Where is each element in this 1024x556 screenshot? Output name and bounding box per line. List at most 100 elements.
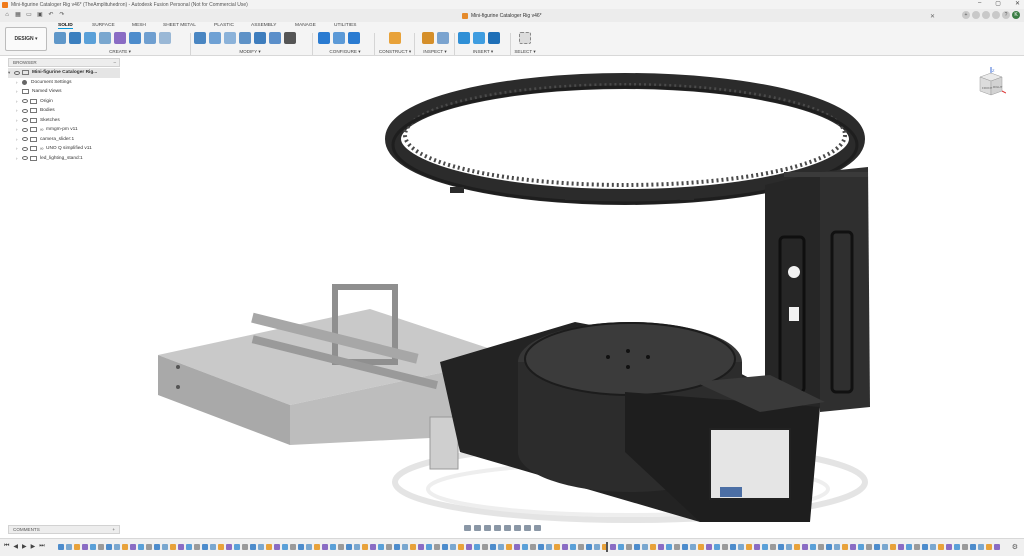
timeline-feature-icon[interactable] (194, 544, 200, 550)
go-to-start-icon[interactable]: ⏮ (4, 543, 9, 550)
timeline-feature-icon[interactable] (122, 544, 128, 550)
timeline-settings-gear-icon[interactable]: ⚙ (1012, 543, 1018, 551)
viewcube-graphic[interactable]: Z FRONT RIGHT (976, 67, 1007, 103)
timeline-feature-icon[interactable] (186, 544, 192, 550)
tab-utilities[interactable]: UTILITIES (334, 23, 356, 28)
tree-item-named-views[interactable]: › Named Views (8, 87, 120, 97)
insert-derive-icon[interactable] (458, 32, 470, 44)
fillet-icon[interactable] (209, 32, 221, 44)
go-to-end-icon[interactable]: ⏭ (39, 543, 44, 550)
timeline-feature-icon[interactable] (106, 544, 112, 550)
timeline-feature-icon[interactable] (74, 544, 80, 550)
timeline-feature-icon[interactable] (818, 544, 824, 550)
timeline-feature-icon[interactable] (610, 544, 616, 550)
tree-item-document-settings[interactable]: › Document Settings (8, 78, 120, 88)
timeline-feature-icon[interactable] (242, 544, 248, 550)
tree-item-component[interactable]: › camera_slider:1 (8, 135, 120, 145)
revolve-icon[interactable] (84, 32, 96, 44)
timeline-feature-icon[interactable] (522, 544, 528, 550)
save-icon[interactable]: ▣ (36, 12, 44, 19)
tree-item-component[interactable]: › ∞ UNO Q simplified v11 (8, 144, 120, 154)
timeline-feature-icon[interactable] (570, 544, 576, 550)
timeline-feature-icon[interactable] (914, 544, 920, 550)
timeline-feature-icon[interactable] (322, 544, 328, 550)
timeline-feature-icon[interactable] (210, 544, 216, 550)
configure-theme-icon[interactable] (348, 32, 360, 44)
timeline-feature-icon[interactable] (802, 544, 808, 550)
timeline-feature-icon[interactable] (682, 544, 688, 550)
timeline-feature-icon[interactable] (114, 544, 120, 550)
timeline-feature-icon[interactable] (730, 544, 736, 550)
timeline-feature-icon[interactable] (274, 544, 280, 550)
timeline-feature-icon[interactable] (594, 544, 600, 550)
timeline-feature-icon[interactable] (978, 544, 984, 550)
timeline-feature-icon[interactable] (154, 544, 160, 550)
timeline-feature-icon[interactable] (82, 544, 88, 550)
timeline-feature-icon[interactable] (450, 544, 456, 550)
press-pull-icon[interactable] (194, 32, 206, 44)
insert-mesh-icon[interactable] (488, 32, 500, 44)
timeline-feature-icon[interactable] (642, 544, 648, 550)
section-analysis-icon[interactable] (436, 32, 449, 44)
timeline-feature-icon[interactable] (298, 544, 304, 550)
timeline-feature-icon[interactable] (394, 544, 400, 550)
create-menu[interactable]: CREATE ▾ (54, 49, 186, 55)
timeline-feature-icon[interactable] (506, 544, 512, 550)
timeline-feature-icon[interactable] (874, 544, 880, 550)
mirror-icon[interactable] (159, 32, 171, 44)
user-avatar[interactable]: K (1012, 11, 1020, 19)
timeline-feature-icon[interactable] (378, 544, 384, 550)
timeline-feature-icon[interactable] (666, 544, 672, 550)
timeline-feature-icon[interactable] (586, 544, 592, 550)
timeline-feature-icon[interactable] (490, 544, 496, 550)
workspace-switcher-button[interactable]: DESIGN ▾ (5, 27, 47, 51)
tab-plastic[interactable]: PLASTIC (214, 23, 234, 28)
visibility-eye-icon[interactable] (22, 118, 28, 123)
timeline-feature-strip[interactable] (58, 542, 1008, 552)
timeline-feature-icon[interactable] (954, 544, 960, 550)
visibility-eye-icon[interactable] (22, 156, 28, 161)
timeline-feature-icon[interactable] (906, 544, 912, 550)
timeline-feature-icon[interactable] (738, 544, 744, 550)
timeline-feature-icon[interactable] (794, 544, 800, 550)
file-menu-icon[interactable]: ▭ (25, 12, 33, 19)
add-comment-icon[interactable]: + (112, 526, 115, 534)
timeline-feature-icon[interactable] (354, 544, 360, 550)
step-forward-icon[interactable]: ▶ (31, 543, 36, 550)
timeline-feature-icon[interactable] (130, 544, 136, 550)
zoom-icon[interactable] (494, 525, 501, 531)
timeline-feature-icon[interactable] (626, 544, 632, 550)
timeline-feature-icon[interactable] (66, 544, 72, 550)
inspect-menu[interactable]: INSPECT ▾ (418, 49, 452, 55)
timeline-feature-icon[interactable] (58, 544, 64, 550)
insert-menu[interactable]: INSERT ▾ (458, 49, 508, 55)
new-tab-icon[interactable]: + (962, 11, 970, 19)
comments-panel[interactable]: COMMENTS + (8, 525, 120, 534)
timeline-feature-icon[interactable] (674, 544, 680, 550)
offset-face-icon[interactable] (269, 32, 281, 44)
construct-menu[interactable]: CONSTRUCT ▾ (378, 49, 412, 55)
chamfer-icon[interactable] (224, 32, 236, 44)
tree-item-component[interactable]: › ∞ mmgm-pm v11 (8, 125, 120, 135)
step-back-icon[interactable]: ◀ (13, 543, 18, 550)
extrude-icon[interactable] (69, 32, 81, 44)
timeline-feature-icon[interactable] (858, 544, 864, 550)
collapse-browser-icon[interactable]: – (113, 59, 116, 67)
timeline-feature-icon[interactable] (442, 544, 448, 550)
timeline-feature-icon[interactable] (514, 544, 520, 550)
create-sketch-icon[interactable] (54, 32, 66, 44)
timeline-feature-icon[interactable] (786, 544, 792, 550)
timeline-feature-icon[interactable] (658, 544, 664, 550)
timeline-feature-icon[interactable] (946, 544, 952, 550)
play-icon[interactable]: ▶ (22, 543, 27, 550)
timeline-feature-icon[interactable] (690, 544, 696, 550)
select-menu[interactable]: SELECT ▾ (514, 49, 536, 55)
minimize-window-button[interactable]: – (978, 0, 981, 7)
timeline-feature-icon[interactable] (898, 544, 904, 550)
tree-item-sketches[interactable]: › Sketches (8, 116, 120, 126)
visibility-eye-icon[interactable] (22, 99, 28, 104)
tab-solid[interactable]: SOLID (58, 23, 73, 29)
combine-icon[interactable] (254, 32, 266, 44)
timeline-feature-icon[interactable] (994, 544, 1000, 550)
timeline-feature-icon[interactable] (482, 544, 488, 550)
